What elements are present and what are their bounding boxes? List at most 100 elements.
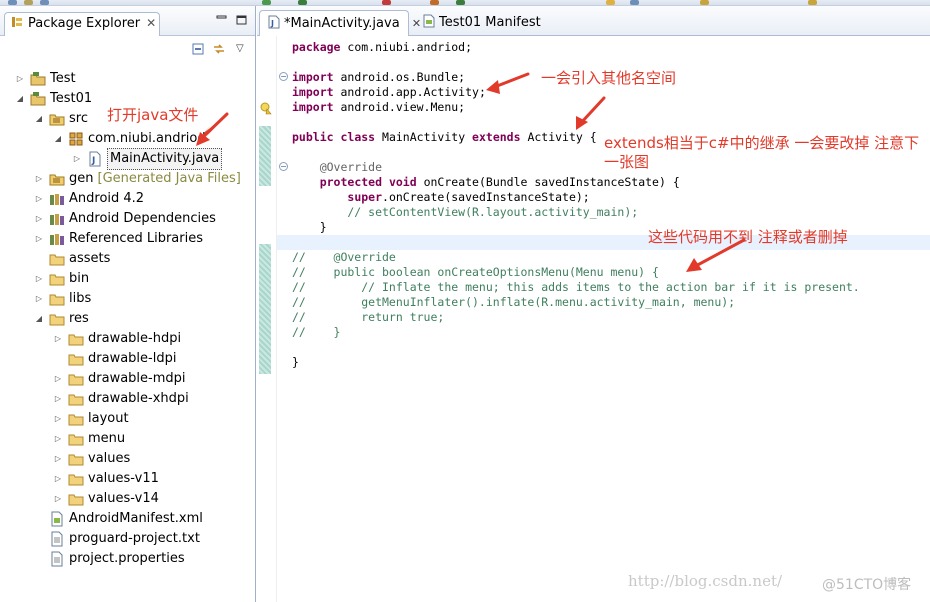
tree-item-menu[interactable]: ▷ menu [52, 429, 125, 449]
collapse-arrow-icon[interactable]: ◢ [14, 89, 26, 109]
tree-item-referenced-libraries[interactable]: ▷ Referenced Libraries [33, 229, 203, 249]
tree-item-label: project.properties [69, 551, 185, 566]
editor-tabbar: J *MainActivity.java ✕ Test01 Manifest [257, 6, 930, 36]
expand-arrow-icon[interactable]: ▷ [71, 149, 83, 169]
minimize-icon[interactable] [216, 15, 227, 25]
tree-item-res[interactable]: ◢ res [33, 309, 89, 329]
tree-item-androidmanifest-xml[interactable]: AndroidManifest.xml [33, 509, 203, 529]
tree-item-label: src [69, 111, 88, 126]
tree-item-drawable-xhdpi[interactable]: ▷ drawable-xhdpi [52, 389, 189, 409]
code-token: // public boolean onCreateOptionsMenu(Me… [292, 265, 659, 279]
tree-item-drawable-ldpi[interactable]: drawable-ldpi [52, 349, 176, 369]
tree-item-label: AndroidManifest.xml [69, 511, 203, 526]
code-token: class [340, 130, 376, 144]
expand-arrow-icon[interactable]: ▷ [33, 269, 45, 289]
toolbar-icon[interactable] [430, 0, 439, 5]
code-token: onCreate(Bundle savedInstanceState) { [416, 175, 680, 189]
tab-test01-manifest[interactable]: Test01 Manifest [415, 10, 555, 36]
java-file-icon: J [87, 151, 103, 167]
expand-arrow-icon[interactable]: ▷ [33, 169, 45, 189]
tree-item-proguard-project-txt[interactable]: proguard-project.txt [33, 529, 200, 549]
toolbar-icon[interactable] [606, 0, 615, 5]
expand-arrow-icon[interactable]: ▷ [33, 289, 45, 309]
toolbar-icon[interactable] [8, 0, 17, 5]
tree-item-assets[interactable]: assets [33, 249, 110, 269]
tree-item-values-v14[interactable]: ▷ values-v14 [52, 489, 159, 509]
collapse-arrow-icon[interactable]: ◢ [33, 109, 45, 129]
tree-item-libs[interactable]: ▷ libs [33, 289, 91, 309]
collapse-all-icon[interactable] [191, 42, 205, 56]
java-file-icon: J [268, 15, 280, 29]
package-explorer-icon [12, 17, 22, 27]
tree-item-com-niubi-andriod[interactable]: ◢ com.niubi.andriod [52, 129, 206, 149]
expand-arrow-icon[interactable]: ▷ [33, 189, 45, 209]
fold-icon[interactable]: − [279, 72, 288, 81]
toolbar-icon[interactable] [24, 0, 33, 5]
expand-arrow-icon[interactable]: ▷ [14, 69, 26, 89]
tree-item-bin[interactable]: ▷ bin [33, 269, 89, 289]
package-explorer-view: Package Explorer ✕ ▽ ▷ Test ◢ Test01 ◢ src ◢ com… [0, 6, 256, 602]
expand-arrow-icon[interactable]: ▷ [33, 229, 45, 249]
code-line: // @Override [292, 250, 396, 265]
tree-item-android-4-2[interactable]: ▷ Android 4.2 [33, 189, 144, 209]
tree-item-test01[interactable]: ◢ Test01 [14, 89, 92, 109]
tree-item-project-properties[interactable]: project.properties [33, 549, 185, 569]
library-icon [49, 211, 65, 227]
tree-item-values-v11[interactable]: ▷ values-v11 [52, 469, 159, 489]
link-with-editor-icon[interactable] [212, 42, 226, 56]
expand-arrow-icon[interactable]: ▷ [52, 469, 64, 489]
collapse-arrow-icon[interactable]: ◢ [52, 129, 64, 149]
code-line: // // Inflate the menu; this adds items … [292, 280, 860, 295]
maximize-icon[interactable] [236, 15, 247, 25]
package-explorer-tab[interactable]: Package Explorer ✕ [4, 12, 160, 36]
toolbar-icon[interactable] [456, 0, 465, 5]
code-token: android.view.Menu; [333, 100, 466, 114]
toolbar-icon[interactable] [808, 0, 817, 5]
tab-mainactivity-java[interactable]: J *MainActivity.java ✕ [259, 10, 421, 36]
code-token: protected [319, 175, 383, 189]
folder-icon [49, 311, 65, 327]
toolbar-icon[interactable] [40, 0, 49, 5]
tab-label: *MainActivity.java [284, 16, 400, 31]
expand-arrow-icon[interactable]: ▷ [52, 429, 64, 449]
tree-item-test[interactable]: ▷ Test [14, 69, 76, 89]
tree-item-drawable-hdpi[interactable]: ▷ drawable-hdpi [52, 329, 181, 349]
code-token: } [292, 220, 327, 234]
warning-lightbulb-icon[interactable] [259, 101, 273, 115]
svg-text:J: J [270, 19, 274, 28]
expand-arrow-icon[interactable]: ▷ [52, 329, 64, 349]
toolbar-icon[interactable] [630, 0, 639, 5]
view-menu-icon[interactable]: ▽ [236, 42, 250, 56]
tree-item-src[interactable]: ◢ src [33, 109, 88, 129]
toolbar-icon[interactable] [298, 0, 307, 5]
code-line: @Override [292, 160, 382, 175]
expand-arrow-icon[interactable]: ▷ [52, 409, 64, 429]
tree-item-gen[interactable]: ▷ gen [Generated Java Files] [33, 169, 241, 189]
code-token: android.os.Bundle; [333, 70, 466, 84]
toolbar-icon[interactable] [382, 0, 391, 5]
expand-arrow-icon[interactable]: ▷ [52, 449, 64, 469]
expand-arrow-icon[interactable]: ▷ [52, 489, 64, 509]
expand-arrow-icon[interactable]: ▷ [52, 389, 64, 409]
close-icon[interactable]: ✕ [146, 16, 156, 30]
folder-icon [68, 351, 84, 367]
code-line: // } [292, 325, 340, 340]
tree-item-layout[interactable]: ▷ layout [52, 409, 129, 429]
tree-item-android-dependencies[interactable]: ▷ Android Dependencies [33, 209, 216, 229]
tree-item-drawable-mdpi[interactable]: ▷ drawable-mdpi [52, 369, 186, 389]
tree-item-mainactivity-java[interactable]: ▷ J MainActivity.java [71, 148, 223, 170]
tree-item-label: drawable-hdpi [88, 331, 182, 346]
code-line: } [292, 220, 327, 235]
tree-item-values[interactable]: ▷ values [52, 449, 130, 469]
tree-item-label: libs [69, 291, 92, 306]
expand-arrow-icon[interactable]: ▷ [33, 209, 45, 229]
tab-label: Test01 Manifest [439, 15, 541, 30]
fold-icon[interactable]: − [279, 162, 288, 171]
collapse-arrow-icon[interactable]: ◢ [33, 309, 45, 329]
package-icon [68, 131, 84, 147]
code-line: } [292, 355, 299, 370]
code-token: import [292, 100, 334, 114]
expand-arrow-icon[interactable]: ▷ [52, 369, 64, 389]
toolbar-icon[interactable] [262, 0, 271, 5]
toolbar-icon[interactable] [700, 0, 709, 5]
